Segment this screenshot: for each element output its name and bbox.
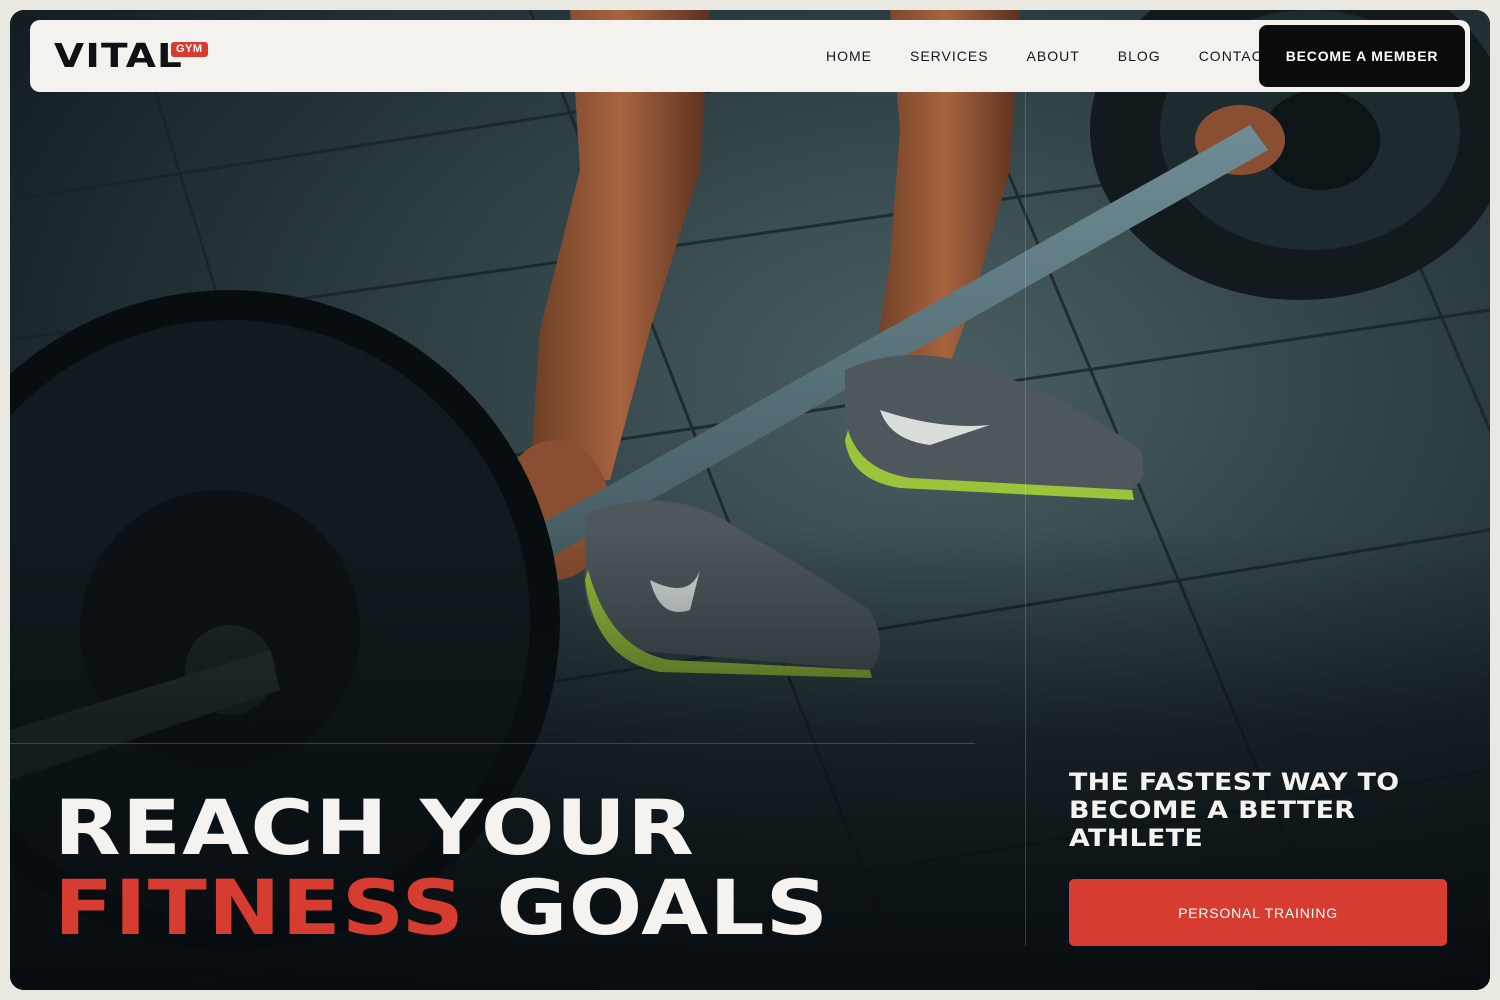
nav-item-services[interactable]: SERVICES: [910, 48, 989, 64]
divider-horizontal: [10, 743, 975, 744]
nav-links: HOME SERVICES ABOUT BLOG CONTACT: [826, 20, 1310, 92]
brand-logo[interactable]: VITAL GYM: [54, 38, 208, 74]
brand-name: VITAL: [54, 36, 184, 75]
become-member-button[interactable]: BECOME A MEMBER: [1259, 25, 1465, 87]
headline-line-1: REACH YOUR: [54, 783, 695, 872]
nav-item-home[interactable]: HOME: [826, 48, 872, 64]
headline-accent-word: FITNESS: [54, 863, 466, 952]
headline-rest: GOALS: [496, 863, 830, 952]
divider-vertical: [1025, 90, 1026, 946]
top-navigation-bar: VITAL GYM HOME SERVICES ABOUT BLOG CONTA…: [30, 20, 1470, 92]
nav-item-blog[interactable]: BLOG: [1118, 48, 1161, 64]
nav-item-about[interactable]: ABOUT: [1027, 48, 1080, 64]
headline-line-2: FITNESS GOALS: [54, 868, 829, 948]
hero-subheading: THE FASTEST WAY TO BECOME A BETTER ATHLE…: [1069, 768, 1400, 852]
page-frame: VITAL GYM HOME SERVICES ABOUT BLOG CONTA…: [10, 10, 1490, 990]
hero-headline: REACH YOUR FITNESS GOALS: [54, 788, 829, 948]
personal-training-button[interactable]: PERSONAL TRAINING: [1069, 879, 1447, 946]
